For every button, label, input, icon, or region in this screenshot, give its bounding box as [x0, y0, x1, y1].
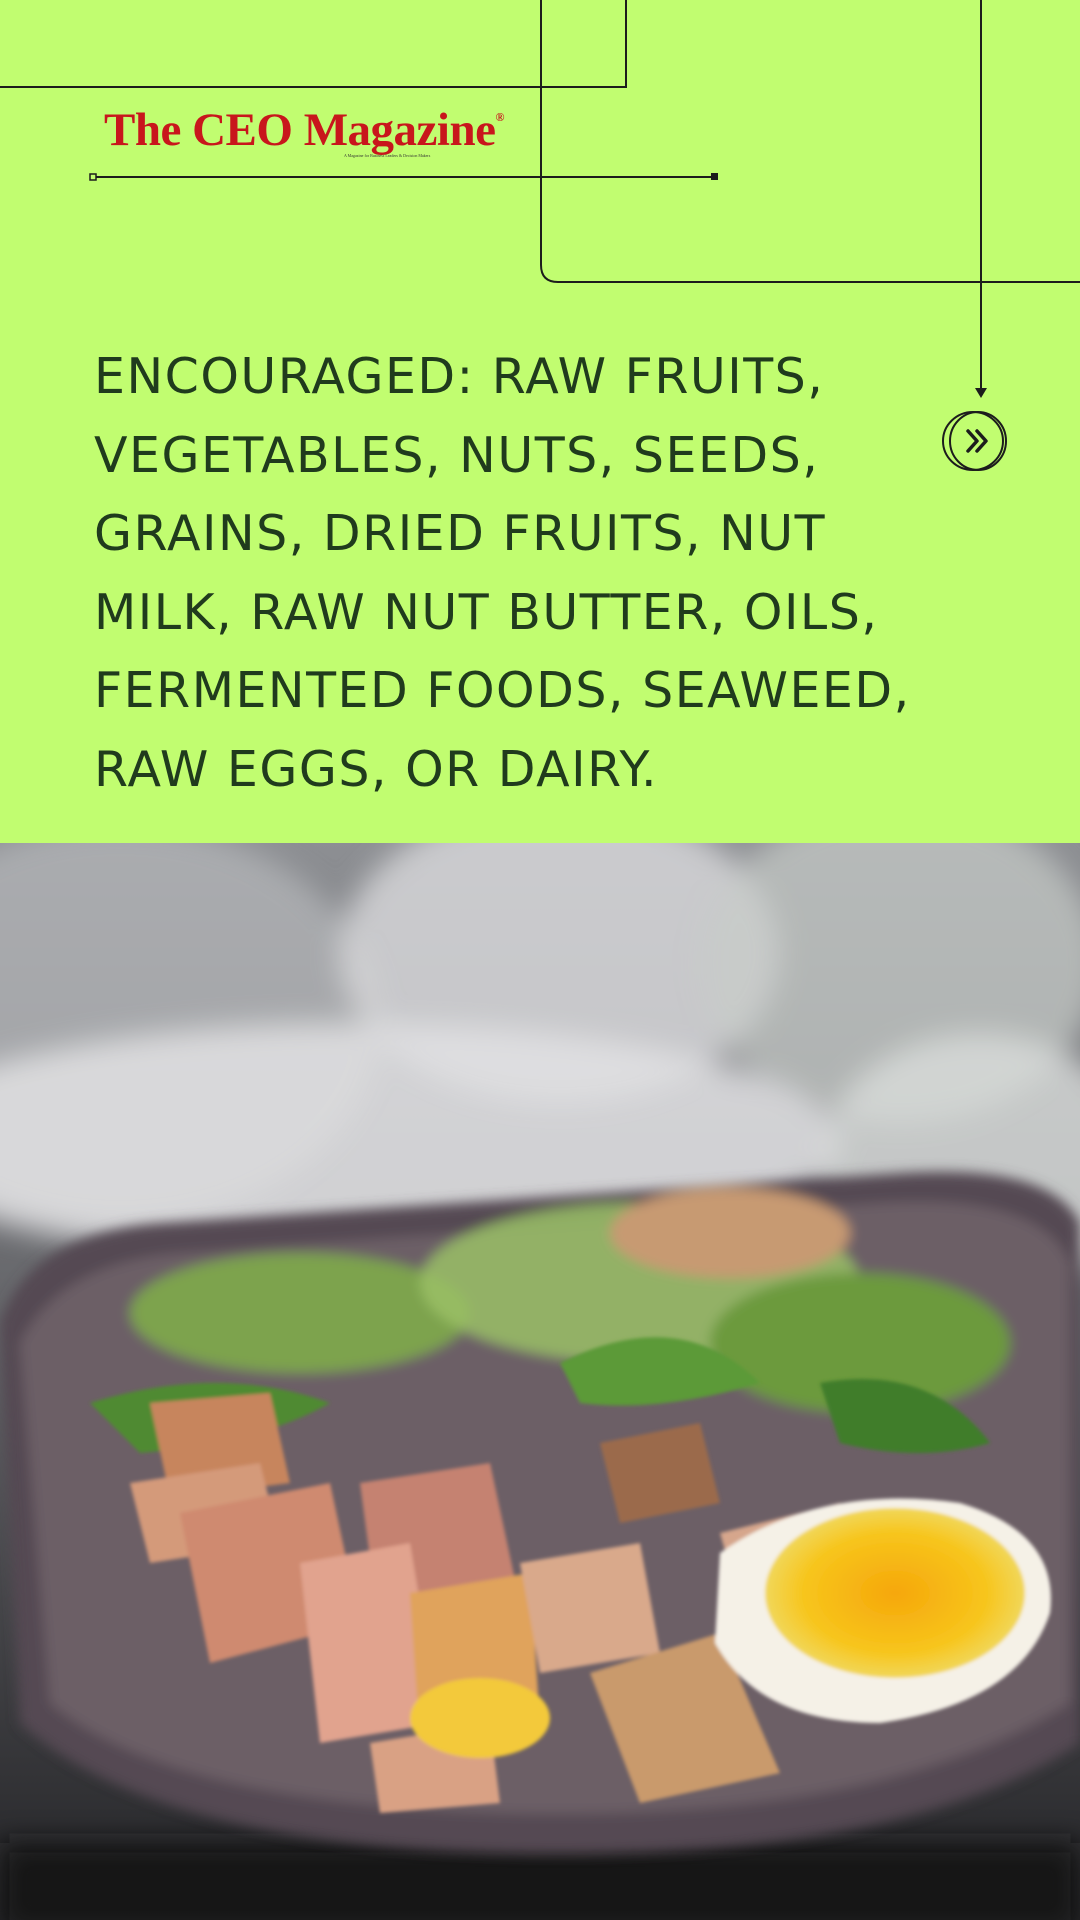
frame-line-corner — [540, 0, 1080, 283]
brand-logo: The CEO Magazine® A Magazine for Busines… — [104, 104, 504, 159]
brand-name: The CEO Magazine® — [104, 104, 504, 156]
arrow-head — [975, 388, 987, 398]
headline-text: ENCOURAGED: RAW FRUITS, VEGETABLES, NUTS… — [94, 348, 911, 798]
header-panel: The CEO Magazine® A Magazine for Busines… — [0, 0, 1080, 843]
double-chevron-right-icon[interactable] — [941, 409, 1009, 473]
underline-start-node — [89, 173, 97, 181]
underline-end-node — [711, 173, 718, 180]
frame-line-top-left — [0, 0, 627, 88]
brand-tagline: A Magazine for Business Leaders & Decisi… — [344, 153, 431, 158]
salad-bowl-photo — [0, 843, 1080, 1920]
